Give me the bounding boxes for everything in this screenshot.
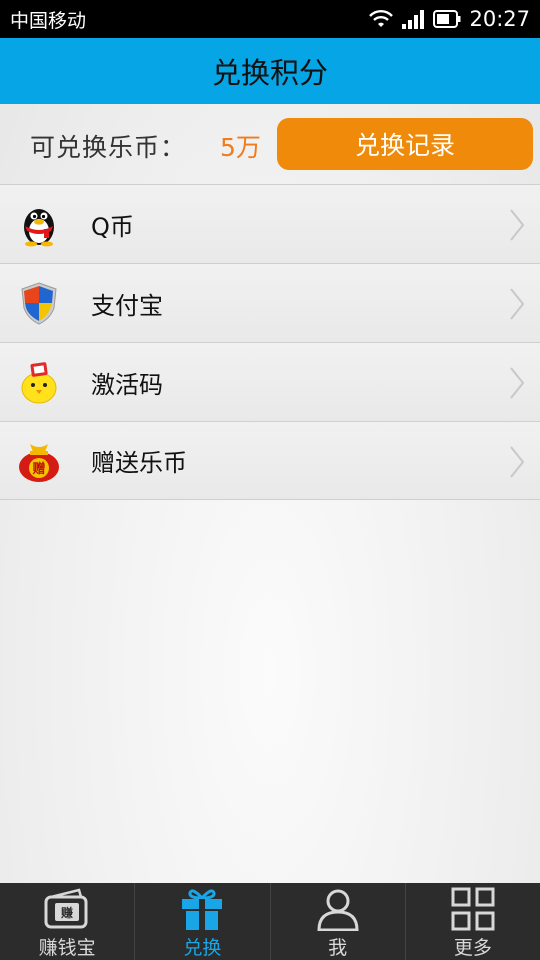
gift-box-icon — [182, 889, 223, 930]
coins-value: 5万 — [220, 133, 261, 162]
carrier-label: 中国移动 — [10, 9, 87, 32]
coins-label: 可兑换乐币： — [30, 133, 187, 162]
coins-row: 可兑换乐币： 5万 兑换记录 — [0, 104, 540, 184]
chevron-right-icon — [510, 209, 524, 241]
qq-penguin-icon — [24, 209, 54, 247]
list-item-gift-coins[interactable]: 赠 赠送乐币 — [0, 421, 540, 500]
wifi-icon — [369, 10, 394, 27]
list-item-label: Q币 — [91, 212, 134, 241]
alipay-shield-icon — [21, 282, 57, 325]
bottom-nav: 赚 赚钱宝 兑换 我 更多 — [0, 883, 540, 960]
list-item-qcoin[interactable]: Q币 — [0, 184, 540, 263]
battery-icon — [433, 10, 461, 28]
chevron-right-icon — [510, 367, 524, 399]
grid-icon — [451, 887, 495, 931]
gift-bag-icon: 赠 — [19, 444, 59, 482]
nav-label: 我 — [328, 937, 348, 959]
list-item-label: 支付宝 — [91, 291, 163, 320]
nav-label: 兑换 — [183, 937, 222, 959]
list-item-activation-code[interactable]: 激活码 — [0, 342, 540, 421]
page-title: 兑换积分 — [211, 56, 328, 90]
nav-item-me[interactable]: 我 — [269, 883, 405, 960]
nav-item-exchange[interactable]: 兑换 — [134, 883, 269, 960]
list-item-label: 赠送乐币 — [91, 449, 187, 477]
chevron-right-icon — [510, 446, 524, 478]
title-bar: 兑换积分 — [0, 38, 540, 104]
activation-chick-icon — [21, 362, 57, 404]
nav-label: 更多 — [453, 937, 492, 959]
signal-icon — [402, 10, 425, 29]
list-item-label: 激活码 — [91, 370, 163, 399]
clock: 20:27 — [469, 7, 530, 31]
list-item-alipay[interactable]: 支付宝 — [0, 263, 540, 342]
status-icons: 20:27 — [369, 7, 530, 31]
svg-text:赚: 赚 — [60, 905, 73, 920]
chevron-right-icon — [510, 288, 524, 320]
nav-item-earn[interactable]: 赚 赚钱宝 — [0, 883, 134, 960]
svg-text:赠: 赠 — [32, 461, 45, 477]
wallet-icon: 赚 — [44, 888, 88, 929]
exchange-record-button[interactable]: 兑换记录 — [277, 118, 533, 170]
nav-label: 赚钱宝 — [38, 937, 96, 959]
status-bar: 中国移动 20:27 — [0, 0, 540, 38]
person-icon — [317, 889, 359, 931]
exchange-list: Q币 支付宝 激活码 赠 赠送乐币 — [0, 184, 540, 500]
exchange-record-label: 兑换记录 — [354, 131, 455, 160]
nav-item-more[interactable]: 更多 — [404, 883, 540, 960]
